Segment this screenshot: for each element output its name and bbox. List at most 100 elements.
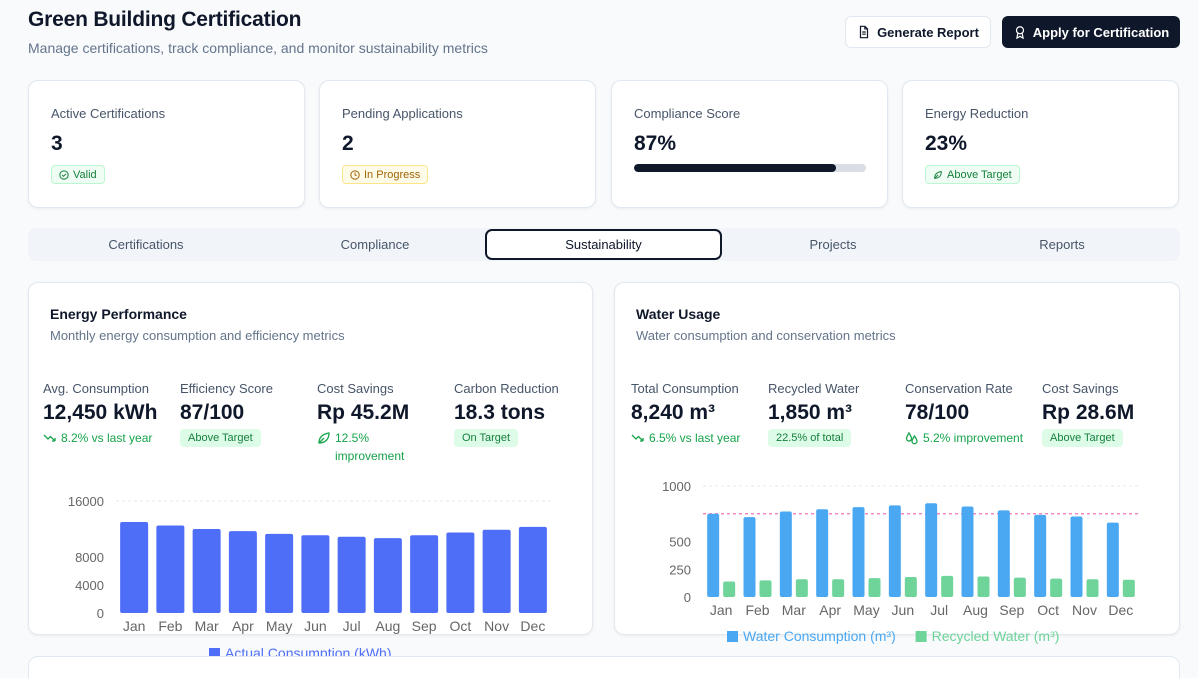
bar-oct-primary <box>1034 514 1047 597</box>
bar-nov-primary <box>1070 516 1083 597</box>
x-tick-label: Mar <box>195 618 219 634</box>
x-tick-label: Sep <box>999 602 1024 618</box>
y-tick-label: 4000 <box>75 578 104 593</box>
legend-swatch <box>915 631 927 642</box>
bar-oct-secondary <box>1050 578 1063 597</box>
badge-text: In Progress <box>364 168 421 181</box>
bar-jan-primary <box>120 522 149 613</box>
compliance-progress-bar <box>634 164 866 172</box>
bar-may-secondary <box>868 578 881 597</box>
y-tick-label: 500 <box>669 535 691 550</box>
bar-apr-primary <box>816 509 829 597</box>
bar-jul-secondary <box>941 575 954 597</box>
bar-jun-secondary <box>904 577 917 597</box>
water-usage-card: Water Usage Water consumption and conser… <box>614 282 1180 644</box>
bar-sep-secondary <box>1013 577 1026 597</box>
stat-value: 2 <box>342 132 354 155</box>
x-tick-label: Apr <box>819 602 841 618</box>
compliance-progress-fill <box>634 164 836 172</box>
bar-sep-primary <box>410 535 439 613</box>
x-tick-label: May <box>266 618 292 634</box>
status-badge-valid: Valid <box>51 165 105 184</box>
bar-mar-primary <box>192 529 221 613</box>
stat-card-active-certifications: Active Certifications 3 Valid <box>28 80 305 208</box>
bar-feb-primary <box>743 517 756 597</box>
bar-feb-secondary <box>759 580 772 597</box>
x-tick-label: Sep <box>412 618 437 634</box>
stat-card-compliance-score: Compliance Score 87% <box>611 80 888 208</box>
bar-dec-primary <box>518 526 547 613</box>
bar-feb-primary <box>156 525 185 613</box>
apply-certification-label: Apply for Certification <box>1032 24 1170 40</box>
bar-sep-primary <box>997 510 1010 597</box>
bar-dec-primary <box>1106 522 1119 597</box>
bar-oct-primary <box>446 532 475 613</box>
x-tick-label: Apr <box>232 618 254 634</box>
x-tick-label: Jan <box>123 618 146 634</box>
x-tick-label: Oct <box>449 618 471 634</box>
bar-aug-primary <box>373 538 402 613</box>
bar-nov-secondary <box>1086 579 1099 597</box>
check-circle-icon <box>59 169 69 180</box>
document-icon <box>859 25 869 39</box>
y-tick-label: 0 <box>684 590 691 605</box>
stat-value: 87% <box>634 132 677 155</box>
x-tick-label: Jan <box>710 602 733 618</box>
x-tick-label: Aug <box>963 602 988 618</box>
y-tick-label: 250 <box>669 562 691 577</box>
stat-value: 3 <box>51 132 63 155</box>
y-tick-label: 0 <box>97 606 104 621</box>
next-section-card <box>28 656 1180 678</box>
bar-jul-primary <box>925 503 938 597</box>
badge-text: Above Target <box>947 168 1012 181</box>
bar-nov-primary <box>482 529 511 613</box>
water-bar-chart: 0 250 500 1000 Jan Feb Mar Apr May Jun Jul Aug Sep Oc… <box>662 479 1139 644</box>
tab-compliance[interactable]: Compliance <box>260 228 490 261</box>
x-tick-label: Aug <box>375 618 400 634</box>
y-tick-label: 1000 <box>662 479 691 494</box>
x-tick-label: Jul <box>343 618 361 634</box>
x-tick-label: Nov <box>1072 602 1097 618</box>
stat-card-energy-reduction: Energy Reduction 23% Above Target <box>902 80 1179 208</box>
bar-mar-secondary <box>795 579 808 597</box>
x-tick-label: Feb <box>158 618 182 634</box>
x-tick-label: Feb <box>745 602 769 618</box>
x-tick-label: Dec <box>520 618 545 634</box>
x-tick-label: Jun <box>892 602 915 618</box>
stat-label: Active Certifications <box>51 106 166 121</box>
bar-jun-primary <box>301 535 330 613</box>
bar-apr-primary <box>228 531 257 613</box>
legend-label: Water Consumption (m³) <box>743 628 896 644</box>
bar-may-primary <box>852 507 865 597</box>
tab-certifications[interactable]: Certifications <box>31 228 261 261</box>
x-tick-label: Jul <box>930 602 948 618</box>
bar-jul-primary <box>337 536 366 613</box>
status-badge-in-progress: In Progress <box>342 165 429 184</box>
stat-card-pending-applications: Pending Applications 2 In Progress <box>319 80 596 208</box>
bar-mar-primary <box>779 511 792 597</box>
x-tick-label: Dec <box>1108 602 1133 618</box>
page-subtitle: Manage certifications, track compliance,… <box>28 40 488 56</box>
x-tick-label: Jun <box>304 618 327 634</box>
energy-performance-card: Energy Performance Monthly energy consum… <box>28 282 593 661</box>
bar-aug-secondary <box>977 576 990 597</box>
award-icon <box>1015 26 1024 39</box>
legend-label: Recycled Water (m³) <box>932 628 1060 644</box>
bar-dec-secondary <box>1122 579 1135 597</box>
tab-reports[interactable]: Reports <box>947 228 1177 261</box>
tab-sustainability[interactable]: Sustainability <box>485 229 722 260</box>
stat-label: Pending Applications <box>342 106 463 121</box>
y-tick-label: 16000 <box>68 494 104 509</box>
y-tick-label: 8000 <box>75 550 104 565</box>
bar-apr-secondary <box>832 579 845 597</box>
bar-jun-primary <box>888 505 901 597</box>
stat-value: 23% <box>925 132 968 155</box>
leaf-icon <box>934 170 942 179</box>
x-tick-label: Mar <box>782 602 806 618</box>
tab-projects[interactable]: Projects <box>718 228 948 261</box>
generate-report-label: Generate Report <box>877 24 979 40</box>
generate-report-button[interactable]: Generate Report <box>845 16 991 48</box>
apply-certification-button[interactable]: Apply for Certification <box>1002 16 1180 48</box>
legend-swatch <box>727 631 738 642</box>
bar-jan-secondary <box>723 581 736 597</box>
